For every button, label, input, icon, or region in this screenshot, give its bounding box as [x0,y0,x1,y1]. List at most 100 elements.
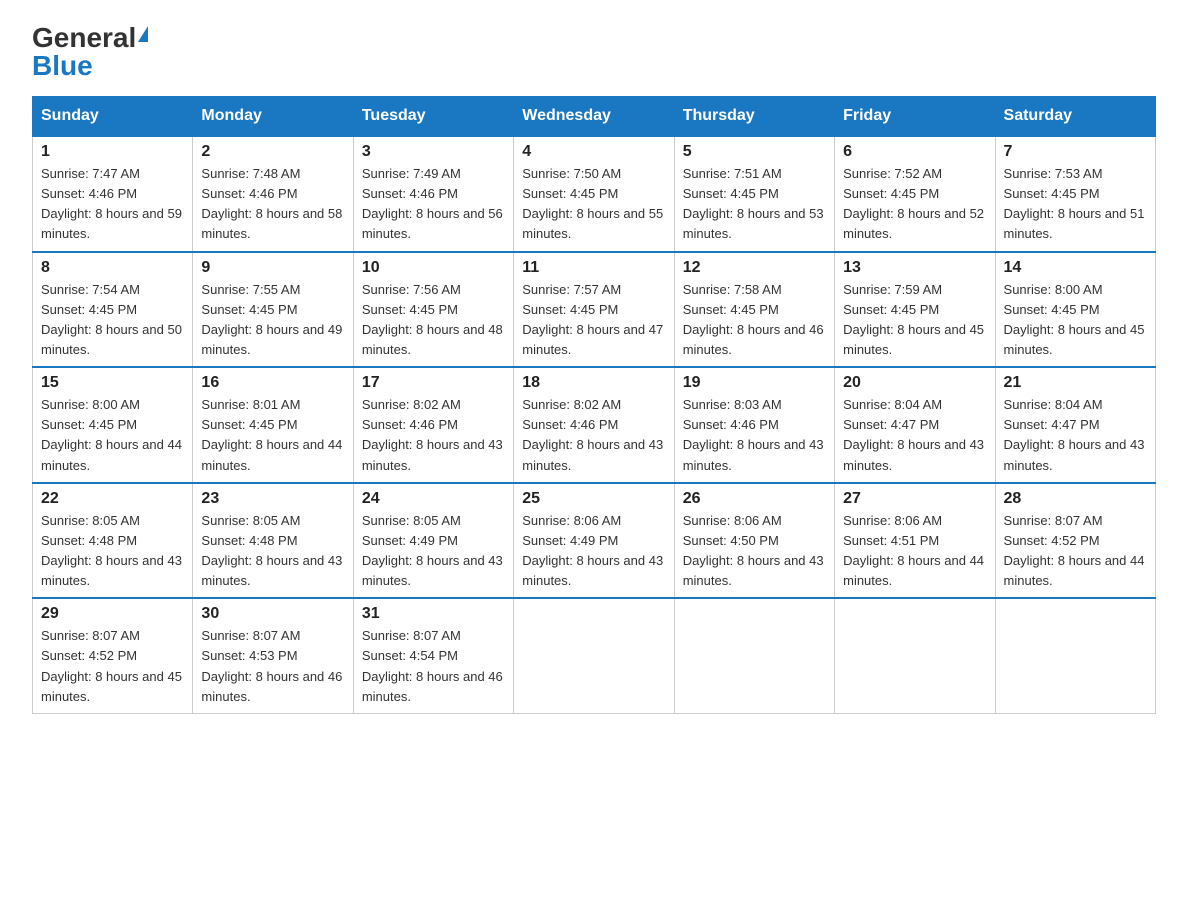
day-info: Sunrise: 8:06 AMSunset: 4:50 PMDaylight:… [683,511,826,592]
table-row: 3 Sunrise: 7:49 AMSunset: 4:46 PMDaylight… [353,136,513,252]
table-row [674,598,834,713]
logo-triangle-icon [138,26,148,42]
day-number: 2 [201,143,344,161]
day-number: 6 [843,143,986,161]
day-info: Sunrise: 8:07 AMSunset: 4:52 PMDaylight:… [1004,511,1147,592]
table-row: 30 Sunrise: 8:07 AMSunset: 4:53 PMDayligh… [193,598,353,713]
table-row: 29 Sunrise: 8:07 AMSunset: 4:52 PMDayligh… [33,598,193,713]
day-number: 23 [201,490,344,508]
day-info: Sunrise: 7:47 AMSunset: 4:46 PMDaylight:… [41,164,184,245]
table-row: 15 Sunrise: 8:00 AMSunset: 4:45 PMDayligh… [33,367,193,483]
logo: General Blue [32,24,148,80]
table-row: 23 Sunrise: 8:05 AMSunset: 4:48 PMDayligh… [193,483,353,599]
table-row: 26 Sunrise: 8:06 AMSunset: 4:50 PMDayligh… [674,483,834,599]
table-row: 17 Sunrise: 8:02 AMSunset: 4:46 PMDayligh… [353,367,513,483]
day-number: 15 [41,374,184,392]
day-number: 12 [683,259,826,277]
logo-general-text: General [32,24,136,52]
day-info: Sunrise: 8:05 AMSunset: 4:48 PMDaylight:… [201,511,344,592]
day-info: Sunrise: 7:55 AMSunset: 4:45 PMDaylight:… [201,280,344,361]
table-row: 20 Sunrise: 8:04 AMSunset: 4:47 PMDayligh… [835,367,995,483]
table-row [995,598,1155,713]
day-number: 22 [41,490,184,508]
day-number: 7 [1004,143,1147,161]
day-number: 14 [1004,259,1147,277]
day-number: 11 [522,259,665,277]
table-row [514,598,674,713]
table-row: 5 Sunrise: 7:51 AMSunset: 4:45 PMDaylight… [674,136,834,252]
table-row: 4Sunrise: 7:50 AMSunset: 4:45 PMDaylight… [514,136,674,252]
day-number: 18 [522,374,665,392]
day-info: Sunrise: 8:03 AMSunset: 4:46 PMDaylight:… [683,395,826,476]
table-row: 13 Sunrise: 7:59 AMSunset: 4:45 PMDayligh… [835,252,995,368]
col-friday: Friday [835,97,995,137]
day-number: 19 [683,374,826,392]
day-number: 13 [843,259,986,277]
day-number: 3 [362,143,505,161]
day-number: 26 [683,490,826,508]
day-info: Sunrise: 8:00 AMSunset: 4:45 PMDaylight:… [41,395,184,476]
day-info: Sunrise: 7:59 AMSunset: 4:45 PMDaylight:… [843,280,986,361]
day-info: Sunrise: 8:04 AMSunset: 4:47 PMDaylight:… [1004,395,1147,476]
day-number: 24 [362,490,505,508]
day-number: 9 [201,259,344,277]
day-info: Sunrise: 8:06 AMSunset: 4:51 PMDaylight:… [843,511,986,592]
day-info: Sunrise: 8:05 AMSunset: 4:49 PMDaylight:… [362,511,505,592]
calendar-table: Sunday Monday Tuesday Wednesday Thursday… [32,96,1156,714]
day-info: Sunrise: 7:52 AMSunset: 4:45 PMDaylight:… [843,164,986,245]
table-row: 2 Sunrise: 7:48 AMSunset: 4:46 PMDaylight… [193,136,353,252]
day-number: 4 [522,143,665,161]
table-row: 27 Sunrise: 8:06 AMSunset: 4:51 PMDayligh… [835,483,995,599]
table-row: 7 Sunrise: 7:53 AMSunset: 4:45 PMDaylight… [995,136,1155,252]
day-info: Sunrise: 7:53 AMSunset: 4:45 PMDaylight:… [1004,164,1147,245]
day-number: 30 [201,605,344,623]
day-info: Sunrise: 8:07 AMSunset: 4:54 PMDaylight:… [362,626,505,707]
day-info: Sunrise: 7:54 AMSunset: 4:45 PMDaylight:… [41,280,184,361]
table-row: 31Sunrise: 8:07 AMSunset: 4:54 PMDayligh… [353,598,513,713]
logo-blue-text: Blue [32,52,93,80]
day-number: 29 [41,605,184,623]
day-number: 1 [41,143,184,161]
day-info: Sunrise: 8:02 AMSunset: 4:46 PMDaylight:… [522,395,665,476]
day-info: Sunrise: 8:00 AMSunset: 4:45 PMDaylight:… [1004,280,1147,361]
table-row: 19 Sunrise: 8:03 AMSunset: 4:46 PMDayligh… [674,367,834,483]
day-info: Sunrise: 7:49 AMSunset: 4:46 PMDaylight:… [362,164,505,245]
table-row: 25 Sunrise: 8:06 AMSunset: 4:49 PMDayligh… [514,483,674,599]
day-info: Sunrise: 7:58 AMSunset: 4:45 PMDaylight:… [683,280,826,361]
day-info: Sunrise: 7:48 AMSunset: 4:46 PMDaylight:… [201,164,344,245]
day-info: Sunrise: 8:01 AMSunset: 4:45 PMDaylight:… [201,395,344,476]
day-number: 5 [683,143,826,161]
table-row: 6 Sunrise: 7:52 AMSunset: 4:45 PMDaylight… [835,136,995,252]
day-number: 25 [522,490,665,508]
table-row: 8 Sunrise: 7:54 AMSunset: 4:45 PMDaylight… [33,252,193,368]
table-row: 22 Sunrise: 8:05 AMSunset: 4:48 PMDayligh… [33,483,193,599]
table-row: 12 Sunrise: 7:58 AMSunset: 4:45 PMDayligh… [674,252,834,368]
page-header: General Blue [32,24,1156,80]
col-tuesday: Tuesday [353,97,513,137]
table-row: 21 Sunrise: 8:04 AMSunset: 4:47 PMDayligh… [995,367,1155,483]
table-row [835,598,995,713]
table-row: 11Sunrise: 7:57 AMSunset: 4:45 PMDayligh… [514,252,674,368]
day-number: 8 [41,259,184,277]
table-row: 16Sunrise: 8:01 AMSunset: 4:45 PMDayligh… [193,367,353,483]
day-number: 27 [843,490,986,508]
col-sunday: Sunday [33,97,193,137]
calendar-body: 1 Sunrise: 7:47 AMSunset: 4:46 PMDaylight… [33,136,1156,713]
table-row: 28Sunrise: 8:07 AMSunset: 4:52 PMDayligh… [995,483,1155,599]
day-info: Sunrise: 8:02 AMSunset: 4:46 PMDaylight:… [362,395,505,476]
col-monday: Monday [193,97,353,137]
day-number: 17 [362,374,505,392]
calendar-header: Sunday Monday Tuesday Wednesday Thursday… [33,97,1156,137]
table-row: 1 Sunrise: 7:47 AMSunset: 4:46 PMDaylight… [33,136,193,252]
day-info: Sunrise: 8:07 AMSunset: 4:53 PMDaylight:… [201,626,344,707]
day-number: 10 [362,259,505,277]
day-info: Sunrise: 8:05 AMSunset: 4:48 PMDaylight:… [41,511,184,592]
day-info: Sunrise: 8:07 AMSunset: 4:52 PMDaylight:… [41,626,184,707]
table-row: 24 Sunrise: 8:05 AMSunset: 4:49 PMDayligh… [353,483,513,599]
day-info: Sunrise: 8:06 AMSunset: 4:49 PMDaylight:… [522,511,665,592]
table-row: 18 Sunrise: 8:02 AMSunset: 4:46 PMDayligh… [514,367,674,483]
day-number: 21 [1004,374,1147,392]
day-info: Sunrise: 8:04 AMSunset: 4:47 PMDaylight:… [843,395,986,476]
day-info: Sunrise: 7:51 AMSunset: 4:45 PMDaylight:… [683,164,826,245]
day-number: 20 [843,374,986,392]
